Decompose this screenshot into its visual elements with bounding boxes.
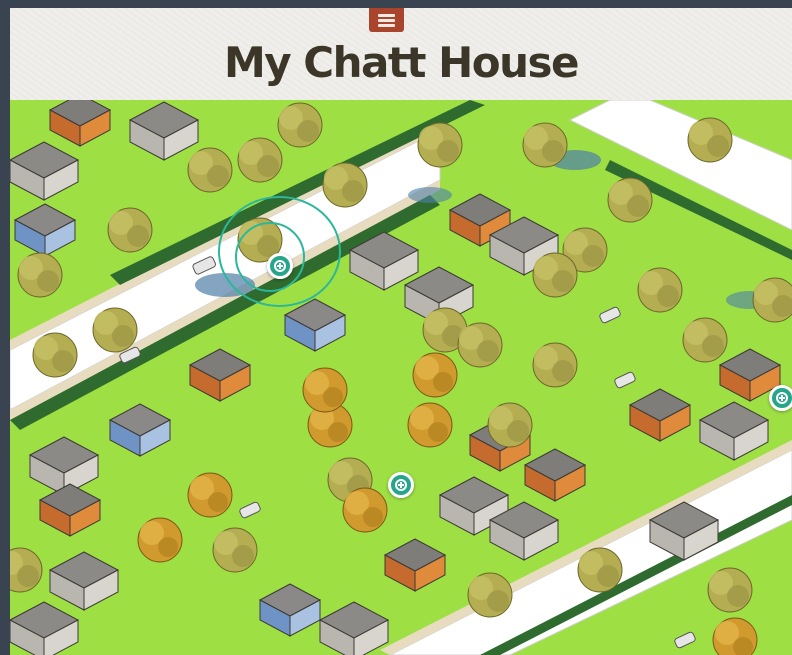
map-marker-3[interactable] bbox=[388, 472, 414, 498]
map-marker-1[interactable] bbox=[267, 253, 293, 279]
site-title: My Chatt House bbox=[223, 38, 580, 87]
hamburger-menu-icon bbox=[378, 14, 395, 17]
map-illustration bbox=[10, 100, 792, 655]
window-frame: My Chatt House bbox=[0, 0, 792, 655]
plus-circle-icon bbox=[776, 392, 788, 404]
plus-circle-icon bbox=[395, 479, 407, 491]
neighborhood-map[interactable] bbox=[10, 100, 792, 655]
map-marker-2[interactable] bbox=[769, 385, 792, 411]
page: My Chatt House bbox=[10, 8, 792, 655]
menu-button[interactable] bbox=[369, 8, 404, 32]
hamburger-menu-icon-bar bbox=[378, 24, 395, 27]
plus-circle-icon bbox=[274, 260, 286, 272]
site-header: My Chatt House bbox=[10, 8, 792, 100]
hamburger-menu-icon-bar bbox=[378, 19, 395, 22]
